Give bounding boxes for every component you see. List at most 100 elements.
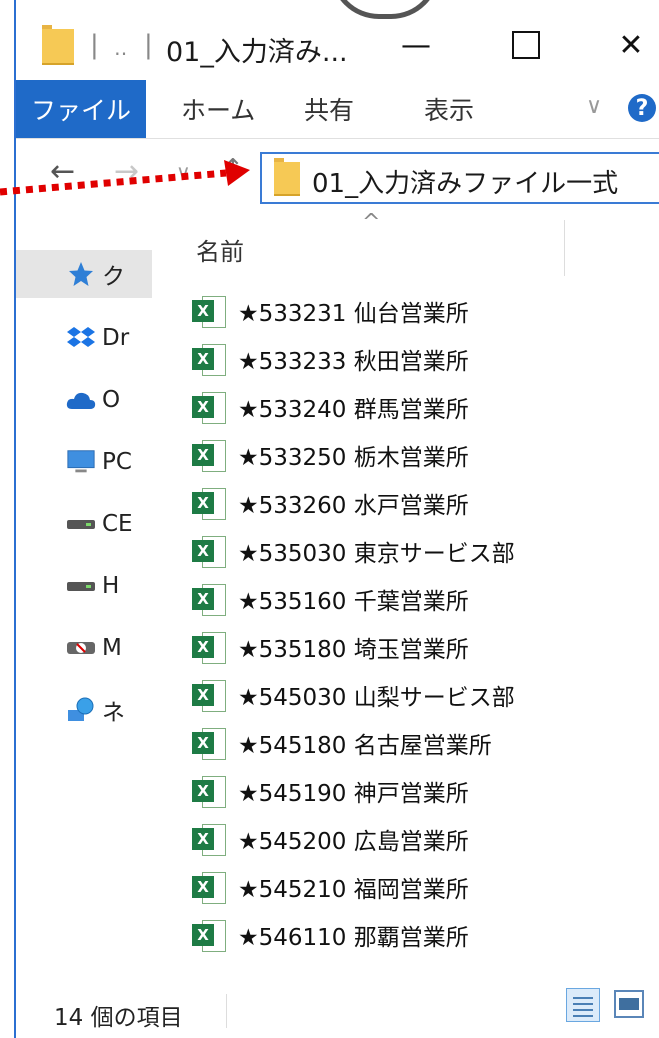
quick-access-toolbar-icon[interactable]: ‥ [114, 36, 127, 60]
nav-item-pc[interactable]: PC [16, 438, 152, 486]
drive-icon [66, 509, 96, 539]
status-bar: 14 個の項目 [16, 982, 659, 1038]
nav-item-label: CE [102, 511, 133, 537]
title-separator: | [144, 30, 153, 60]
file-list-pane: ^ 名前 X ★533231 仙台営業所 X ★533233 秋田営業所 X ★53324… [152, 210, 659, 980]
file-name: ★535160 千葉営業所 [238, 589, 469, 615]
annotation-arrow [0, 160, 250, 196]
details-view-icon[interactable] [566, 988, 600, 1022]
network-drive-icon [66, 633, 96, 663]
quick-access-star-icon [66, 259, 96, 289]
file-name: ★535030 東京サービス部 [238, 541, 515, 567]
large-icons-view-icon[interactable] [614, 990, 644, 1018]
file-name: ★535180 埼玉営業所 [238, 637, 469, 663]
annotation-arrow-line [0, 169, 227, 196]
maximize-button[interactable] [496, 22, 556, 68]
drive-icon [66, 571, 96, 601]
annotation-arrow-head [224, 160, 250, 186]
excel-file-icon: X [192, 870, 226, 904]
file-row[interactable]: X ★545200 広島営業所 [192, 816, 632, 862]
tab-view[interactable]: 表示 [424, 80, 474, 138]
pc-icon [66, 447, 96, 477]
nav-item-label: H [102, 573, 120, 599]
close-icon: ✕ [618, 27, 644, 63]
excel-file-icon: X [192, 822, 226, 856]
title-separator: | [90, 30, 99, 60]
status-divider [226, 994, 227, 1028]
excel-file-icon: X [192, 774, 226, 808]
address-path: 01_入力済みファイル一式 [312, 169, 619, 199]
nav-item-network-drive[interactable]: M [16, 624, 152, 672]
nav-item-label: ネ [102, 700, 125, 726]
window-title: 01_入力済み... [166, 37, 348, 68]
file-row[interactable]: X ★545030 山梨サービス部 [192, 672, 632, 718]
excel-file-icon: X [192, 294, 226, 328]
file-row[interactable]: X ★535180 埼玉営業所 [192, 624, 632, 670]
navigation-pane: ク Dr O PC CE H M ネ [16, 210, 152, 980]
nav-item-label: O [102, 387, 121, 413]
tab-share[interactable]: 共有 [304, 80, 354, 138]
nav-item-label: PC [102, 449, 132, 475]
file-name: ★545200 広島営業所 [238, 829, 469, 855]
column-header-name[interactable]: 名前 [196, 232, 244, 267]
network-icon [66, 695, 96, 725]
nav-item-label: Dr [102, 325, 130, 351]
ribbon-tabs: ファイル ホーム 共有 表示 ∨ ? [16, 76, 659, 139]
excel-file-icon: X [192, 678, 226, 712]
nav-item-onedrive[interactable]: O [16, 376, 152, 424]
file-row[interactable]: X ★545180 名古屋営業所 [192, 720, 632, 766]
file-name: ★533250 栃木営業所 [238, 445, 469, 471]
title-bar: | ‥ | 01_入力済み... — ✕ [16, 14, 659, 76]
sort-indicator-icon: ^ [362, 210, 381, 235]
nav-item-drive-ce[interactable]: CE [16, 500, 152, 548]
tab-home[interactable]: ホーム [181, 80, 255, 138]
file-name: ★545180 名古屋営業所 [238, 733, 492, 759]
excel-file-icon: X [192, 486, 226, 520]
folder-icon [42, 25, 74, 65]
help-icon[interactable]: ? [628, 94, 656, 122]
file-row[interactable]: X ★533260 水戸営業所 [192, 480, 632, 526]
close-button[interactable]: ✕ [601, 22, 659, 68]
minimize-icon: — [401, 27, 431, 63]
nav-item-drive-h[interactable]: H [16, 562, 152, 610]
file-name: ★533260 水戸営業所 [238, 493, 469, 519]
file-name: ★533231 仙台営業所 [238, 301, 469, 327]
tab-file[interactable]: ファイル [16, 80, 146, 138]
file-row[interactable]: X ★535030 東京サービス部 [192, 528, 632, 574]
excel-file-icon: X [192, 726, 226, 760]
nav-item-dropbox[interactable]: Dr [16, 314, 152, 362]
excel-file-icon: X [192, 582, 226, 616]
folder-icon [274, 158, 300, 196]
file-name: ★545030 山梨サービス部 [238, 685, 515, 711]
onedrive-icon [66, 385, 96, 415]
file-row[interactable]: X ★545190 神戸営業所 [192, 768, 632, 814]
address-bar[interactable]: 01_入力済みファイル一式 [260, 152, 659, 204]
file-name: ★545190 神戸営業所 [238, 781, 469, 807]
nav-item-label: M [102, 635, 122, 661]
file-row[interactable]: X ★535160 千葉営業所 [192, 576, 632, 622]
file-row[interactable]: X ★533240 群馬営業所 [192, 384, 632, 430]
nav-item-network[interactable]: ネ [16, 686, 152, 734]
expand-ribbon-chevron-icon[interactable]: ∨ [586, 94, 602, 119]
excel-file-icon: X [192, 438, 226, 472]
excel-file-icon: X [192, 342, 226, 376]
excel-file-icon: X [192, 534, 226, 568]
item-count: 14 個の項目 [54, 1005, 183, 1031]
file-row[interactable]: X ★533250 栃木営業所 [192, 432, 632, 478]
file-name: ★546110 那覇営業所 [238, 925, 469, 951]
nav-item-quick-access[interactable]: ク [16, 250, 152, 298]
file-row[interactable]: X ★533231 仙台営業所 [192, 288, 632, 334]
excel-file-icon: X [192, 918, 226, 952]
minimize-button[interactable]: — [386, 22, 446, 68]
nav-item-label: ク [102, 264, 125, 290]
file-row[interactable]: X ★546110 那覇営業所 [192, 912, 632, 958]
excel-file-icon: X [192, 630, 226, 664]
column-divider[interactable] [564, 220, 565, 276]
file-row[interactable]: X ★533233 秋田営業所 [192, 336, 632, 382]
file-name: ★545210 福岡営業所 [238, 877, 469, 903]
maximize-icon [512, 31, 540, 59]
file-row[interactable]: X ★545210 福岡営業所 [192, 864, 632, 910]
dropbox-icon [66, 323, 96, 353]
file-name: ★533233 秋田営業所 [238, 349, 469, 375]
file-name: ★533240 群馬営業所 [238, 397, 469, 423]
